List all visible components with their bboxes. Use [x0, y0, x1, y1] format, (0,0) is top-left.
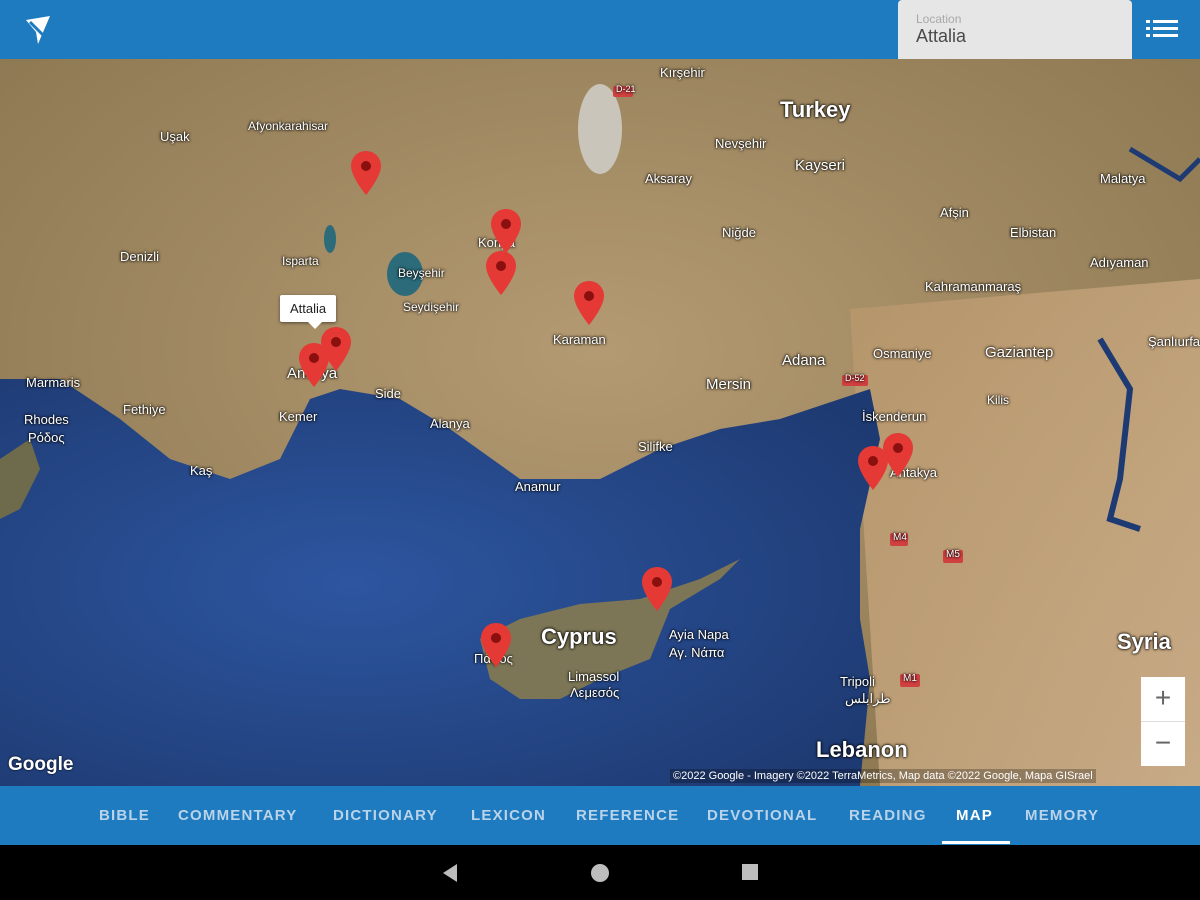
- place-label: Afşin: [940, 205, 969, 220]
- tab-dictionary[interactable]: DICTIONARY: [333, 786, 438, 845]
- back-icon[interactable]: [441, 863, 459, 883]
- place-label: Şanlıurfa: [1148, 334, 1200, 349]
- place-label: Tripoli: [840, 674, 875, 689]
- place-label: Ayia Napa: [669, 627, 729, 642]
- place-label: Afyonkarahisar: [248, 119, 329, 133]
- place-label: Isparta: [282, 254, 319, 268]
- place-label: Kırşehir: [660, 65, 705, 80]
- system-navigation-bar: [0, 845, 1200, 900]
- tab-commentary[interactable]: COMMENTARY: [178, 786, 298, 845]
- tab-reference[interactable]: REFERENCE: [576, 786, 679, 845]
- top-app-bar: Location Attalia: [0, 0, 1200, 59]
- place-label: Osmaniye: [873, 346, 932, 361]
- place-label: Adana: [782, 352, 826, 369]
- place-label: Anamur: [515, 479, 561, 494]
- zoom-out-button[interactable]: −: [1141, 721, 1185, 766]
- place-label: Ρόδος: [28, 430, 65, 445]
- place-label: Kemer: [279, 409, 318, 424]
- country-label-syria: Syria: [1117, 629, 1171, 654]
- place-label: Aksaray: [645, 171, 692, 186]
- highway-d52: D-52: [845, 373, 865, 383]
- app-logo-icon[interactable]: [20, 12, 56, 48]
- location-label: Location: [916, 12, 962, 26]
- recents-icon[interactable]: [741, 863, 759, 881]
- place-label: Adıyaman: [1090, 255, 1149, 270]
- google-logo: Google: [8, 754, 74, 775]
- map-pin-icon[interactable]: [641, 567, 673, 611]
- place-label: Λεμεσός: [570, 685, 620, 700]
- location-field[interactable]: Location Attalia: [898, 0, 1132, 59]
- place-label: Fethiye: [123, 402, 166, 417]
- tab-reading[interactable]: READING: [849, 786, 927, 845]
- map-pin-icon[interactable]: [350, 151, 382, 195]
- place-label-cyprus: Cyprus: [541, 624, 617, 649]
- place-label: Αγ. Νάπα: [669, 645, 725, 660]
- country-label-turkey: Turkey: [780, 97, 851, 122]
- highway-m5: M5: [946, 549, 960, 560]
- tab-lexicon[interactable]: LEXICON: [471, 786, 546, 845]
- map-pin-icon[interactable]: [298, 343, 330, 387]
- place-label: Nevşehir: [715, 136, 767, 151]
- tab-map[interactable]: MAP: [956, 786, 993, 845]
- zoom-in-button[interactable]: +: [1141, 677, 1185, 721]
- place-label: Kaş: [190, 463, 213, 478]
- place-label: Alanya: [430, 416, 470, 431]
- tab-devotional[interactable]: DEVOTIONAL: [707, 786, 817, 845]
- place-label: Seydişehir: [403, 300, 460, 314]
- map-attribution[interactable]: ©2022 Google - Imagery ©2022 TerraMetric…: [670, 769, 1096, 783]
- place-label: Beyşehir: [398, 266, 445, 280]
- place-label: Limassol: [568, 669, 620, 684]
- place-label: Marmaris: [26, 375, 81, 390]
- place-label: Kahramanmaraş: [925, 279, 1022, 294]
- place-label: Malatya: [1100, 171, 1146, 186]
- map-pin-icon[interactable]: [480, 623, 512, 667]
- highway-m1: M1: [903, 673, 917, 684]
- place-label: Elbistan: [1010, 225, 1057, 240]
- map-view[interactable]: D-21 D-52 M4 M5 M1 Kırşehir Turkey Uşak …: [0, 59, 1200, 786]
- list-menu-icon[interactable]: [1144, 14, 1180, 46]
- tab-memory[interactable]: MEMORY: [1025, 786, 1099, 845]
- country-label-lebanon: Lebanon: [816, 737, 908, 762]
- place-label: Denizli: [120, 249, 160, 264]
- place-label: طرابلس: [845, 691, 891, 706]
- active-tab-indicator: [942, 841, 1010, 844]
- place-label: Uşak: [160, 129, 190, 144]
- pin-info-callout[interactable]: Attalia: [280, 295, 337, 329]
- place-label: Kilis: [987, 393, 1010, 407]
- place-label: Rhodes: [24, 412, 69, 427]
- place-label: Mersin: [706, 376, 752, 393]
- tab-bible[interactable]: BIBLE: [99, 786, 150, 845]
- place-label: Silifke: [638, 439, 673, 454]
- map-pin-icon[interactable]: [857, 446, 889, 490]
- bottom-tab-bar: BIBLE COMMENTARY DICTIONARY LEXICON REFE…: [0, 786, 1200, 845]
- place-label: Gaziantep: [985, 344, 1054, 361]
- place-label: Side: [375, 386, 402, 401]
- home-icon[interactable]: [590, 863, 610, 883]
- map-pin-icon[interactable]: [573, 281, 605, 325]
- place-label: Kayseri: [795, 157, 846, 174]
- map-pin-icon[interactable]: [490, 209, 522, 253]
- place-label: İskenderun: [862, 409, 927, 424]
- map-pin-icon[interactable]: [485, 251, 517, 295]
- place-label: Niğde: [722, 225, 756, 240]
- highway-m4: M4: [893, 532, 907, 543]
- location-value: Attalia: [916, 26, 967, 46]
- place-label: Karaman: [553, 332, 606, 347]
- highway-d21: D-21: [616, 84, 636, 94]
